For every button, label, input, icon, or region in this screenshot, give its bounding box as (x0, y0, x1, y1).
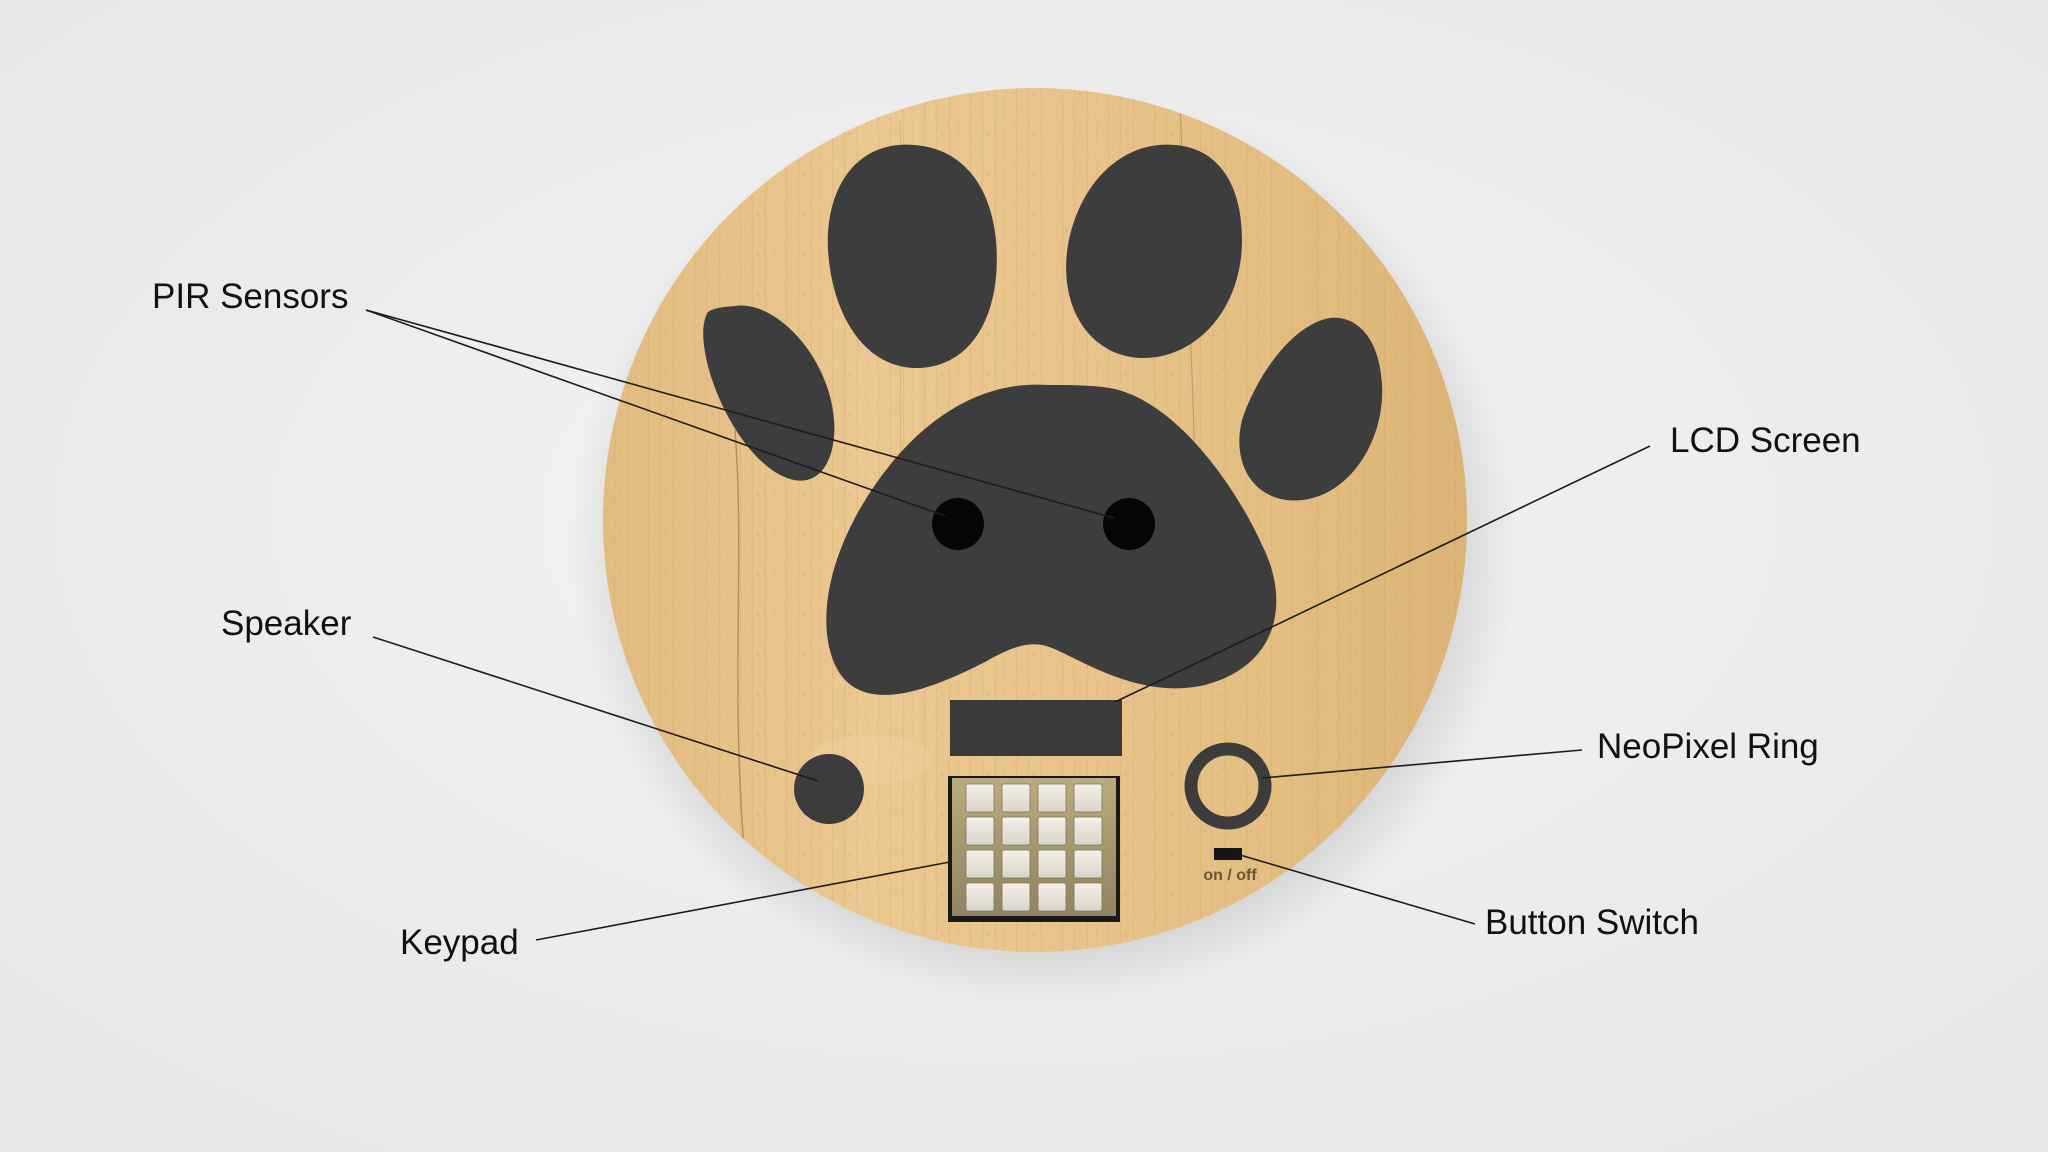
keypad-key-r1c4[interactable] (1073, 783, 1103, 813)
label-pir-sensors: PIR Sensors (152, 277, 348, 316)
keypad-key-r2c2[interactable] (1001, 816, 1031, 846)
label-lcd-screen: LCD Screen (1670, 421, 1861, 460)
keypad-key-r3c4[interactable] (1073, 849, 1103, 879)
pir-sensor-left (932, 498, 984, 550)
keypad-key-r4c1[interactable] (965, 882, 995, 912)
label-neopixel-ring: NeoPixel Ring (1597, 727, 1819, 766)
keypad-key-r2c3[interactable] (1037, 816, 1067, 846)
keypad-key-r1c2[interactable] (1001, 783, 1031, 813)
keypad-key-r1c1[interactable] (965, 783, 995, 813)
pir-sensor-right (1103, 498, 1155, 550)
keypad-key-r4c3[interactable] (1037, 882, 1067, 912)
keypad-key-r3c3[interactable] (1037, 849, 1067, 879)
speaker (794, 754, 864, 824)
device-diagram: on / off PIR Sensors LCD Screen Speaker … (0, 0, 2048, 1152)
lcd-screen (950, 700, 1122, 756)
button-switch[interactable] (1214, 848, 1242, 860)
keypad-key-r4c2[interactable] (1001, 882, 1031, 912)
label-speaker: Speaker (221, 604, 352, 643)
keypad-key-r3c2[interactable] (1001, 849, 1031, 879)
keypad-key-r1c3[interactable] (1037, 783, 1067, 813)
label-button-switch: Button Switch (1485, 903, 1699, 942)
keypad-key-r4c4[interactable] (1073, 882, 1103, 912)
label-keypad: Keypad (400, 923, 519, 962)
switch-label: on / off (1203, 867, 1257, 884)
keypad[interactable] (948, 776, 1120, 922)
keypad-key-r2c4[interactable] (1073, 816, 1103, 846)
keypad-key-r2c1[interactable] (965, 816, 995, 846)
keypad-key-r3c1[interactable] (965, 849, 995, 879)
